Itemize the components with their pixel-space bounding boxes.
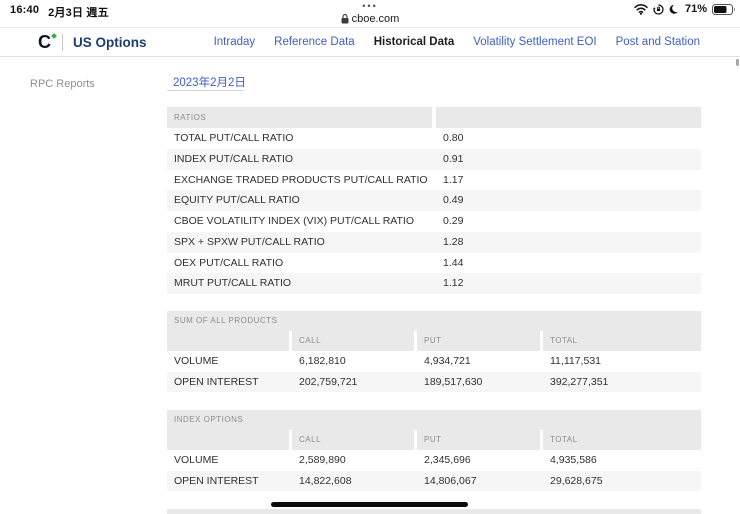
- column-header-put: PUT: [417, 430, 540, 450]
- nav-link-historical-data[interactable]: Historical Data: [374, 36, 455, 48]
- row-label: OPEN INTEREST: [174, 474, 259, 487]
- call-value: 6,182,810: [299, 355, 346, 367]
- row-label: EXCHANGE TRADED PRODUCTS PUT/CALL RATIO: [174, 173, 428, 186]
- put-value: 189,517,630: [424, 375, 483, 388]
- table-row: VOLUME 2,589,890 2,345,696 4,935,586: [167, 450, 701, 471]
- nav-link-volatility-settlement-eoi[interactable]: Volatility Settlement EOI: [473, 36, 596, 48]
- orientation-lock-icon: [652, 3, 664, 15]
- call-value: 2,589,890: [299, 454, 346, 466]
- battery-percentage: 71%: [684, 3, 707, 15]
- do-not-disturb-moon-icon: [669, 4, 678, 14]
- row-label: OPEN INTEREST: [174, 375, 259, 388]
- row-label: INDEX PUT/CALL RATIO: [174, 152, 294, 165]
- index-table-column-headers: CALL PUT TOTAL: [167, 430, 701, 450]
- browser-chrome: ••• cboe.com: [0, 0, 740, 25]
- status-icons: 71%: [634, 3, 736, 15]
- table-row: MRUT PUT/CALL RATIO 1.12: [167, 273, 701, 294]
- total-value: 4,935,586: [550, 454, 597, 466]
- status-bar: 16:40 2月3日 週五 ••• cboe.com 71%: [0, 0, 740, 27]
- column-header-put: PUT: [417, 331, 540, 351]
- home-indicator[interactable]: [271, 502, 468, 507]
- call-value: 14,822,608: [299, 474, 352, 487]
- index-table-title: INDEX OPTIONS: [167, 410, 701, 430]
- put-value: 4,934,721: [424, 355, 471, 367]
- date-picker[interactable]: 2023年2月2日: [167, 73, 246, 91]
- sum-of-all-products-table: SUM OF ALL PRODUCTS CALL PUT TOTAL VOLUM…: [167, 311, 701, 392]
- row-value: 0.80: [443, 132, 464, 144]
- row-label: VOLUME: [174, 355, 219, 367]
- lock-icon: [341, 14, 349, 24]
- table-row: SPX + SPXW PUT/CALL RATIO 1.28: [167, 231, 701, 253]
- row-value: 0.91: [443, 152, 464, 165]
- put-value: 14,806,067: [424, 474, 477, 487]
- nav-links: Intraday Reference Data Historical Data …: [214, 36, 700, 48]
- row-value: 1.28: [443, 235, 464, 248]
- battery-icon: [712, 3, 736, 15]
- table-row: CBOE VOLATILITY INDEX (VIX) PUT/CALL RAT…: [167, 211, 701, 232]
- ratios-header-label: RATIOS: [167, 107, 432, 128]
- index-options-table: INDEX OPTIONS CALL PUT TOTAL VOLUME 2,58…: [167, 410, 701, 491]
- total-value: 11,117,531: [550, 355, 601, 367]
- column-header-blank: [167, 331, 289, 351]
- row-label: CBOE VOLATILITY INDEX (VIX) PUT/CALL RAT…: [174, 215, 414, 227]
- url-text: cboe.com: [351, 13, 400, 25]
- table-row: INDEX PUT/CALL RATIO 0.91: [167, 148, 701, 170]
- column-header-total: TOTAL: [543, 430, 701, 450]
- site-title: US Options: [73, 34, 147, 50]
- row-value: 1.44: [443, 256, 464, 269]
- site-nav-bar: C US Options Intraday Reference Data His…: [0, 28, 740, 57]
- table-row: EQUITY PUT/CALL RATIO 0.49: [167, 190, 701, 211]
- row-label: SPX + SPXW PUT/CALL RATIO: [174, 235, 325, 248]
- sum-table-title: SUM OF ALL PRODUCTS: [167, 311, 701, 331]
- nav-link-reference-data[interactable]: Reference Data: [274, 36, 355, 48]
- cboe-logo[interactable]: C: [38, 32, 57, 52]
- nav-link-post-and-station[interactable]: Post and Station: [616, 36, 700, 48]
- scrollbar-thumb[interactable]: [736, 59, 739, 66]
- column-header-total: TOTAL: [543, 331, 701, 351]
- browser-menu-icon[interactable]: •••: [0, 2, 740, 11]
- row-label: EQUITY PUT/CALL RATIO: [174, 194, 300, 207]
- row-label: VOLUME: [174, 454, 219, 466]
- next-table-header-partial: [167, 509, 701, 514]
- nav-link-intraday[interactable]: Intraday: [214, 36, 256, 48]
- table-row: VOLUME 6,182,810 4,934,721 11,117,531: [167, 351, 701, 372]
- ratios-header-value-cell: [436, 107, 701, 128]
- screen: 16:40 2月3日 週五 ••• cboe.com 71% C US Opti…: [0, 0, 740, 514]
- ratios-table-header: RATIOS: [167, 107, 701, 128]
- table-row: EXCHANGE TRADED PRODUCTS PUT/CALL RATIO …: [167, 169, 701, 191]
- table-row: TOTAL PUT/CALL RATIO 0.80: [167, 128, 701, 149]
- table-row: OEX PUT/CALL RATIO 1.44: [167, 252, 701, 274]
- ratios-table: RATIOS TOTAL PUT/CALL RATIO 0.80 INDEX P…: [167, 107, 701, 294]
- column-header-call: CALL: [292, 331, 414, 351]
- cboe-logo-green-mark-icon: [51, 33, 57, 39]
- row-value: 0.29: [443, 215, 464, 227]
- column-header-call: CALL: [292, 430, 414, 450]
- put-value: 2,345,696: [424, 454, 471, 466]
- row-value: 1.12: [443, 277, 464, 290]
- sum-table-column-headers: CALL PUT TOTAL: [167, 331, 701, 351]
- table-row: OPEN INTEREST 14,822,608 14,806,067 29,6…: [167, 470, 701, 491]
- total-value: 29,628,675: [550, 474, 603, 487]
- total-value: 392,277,351: [550, 375, 609, 388]
- row-label: TOTAL PUT/CALL RATIO: [174, 132, 294, 144]
- nav-divider: [62, 33, 63, 51]
- sidebar-item-rpc-reports[interactable]: RPC Reports: [30, 78, 95, 90]
- call-value: 202,759,721: [299, 375, 358, 388]
- table-row: OPEN INTEREST 202,759,721 189,517,630 39…: [167, 371, 701, 392]
- wifi-icon: [634, 3, 648, 15]
- row-label: OEX PUT/CALL RATIO: [174, 256, 284, 269]
- row-value: 0.49: [443, 194, 464, 207]
- address-bar[interactable]: cboe.com: [0, 13, 740, 25]
- row-label: MRUT PUT/CALL RATIO: [174, 277, 292, 290]
- row-value: 1.17: [443, 173, 464, 186]
- column-header-blank: [167, 430, 289, 450]
- cboe-logo-c: C: [38, 32, 51, 52]
- date-value: 2023年2月2日: [173, 76, 246, 89]
